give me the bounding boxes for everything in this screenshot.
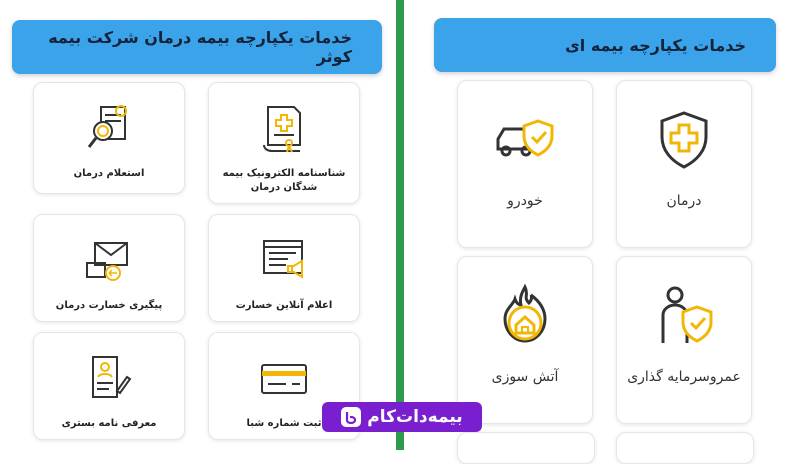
card-hospitalization-letter[interactable]: معرفی نامه بستری — [33, 332, 185, 440]
card-life-investment[interactable]: عمروسرمایه گذاری — [616, 256, 752, 424]
brand-logo: بیمه‌دات‌کام — [322, 402, 482, 432]
card-claim-followup[interactable]: پیگیری خسارت درمان — [33, 214, 185, 322]
medical-shield-icon — [660, 111, 708, 169]
card-partial — [457, 432, 595, 464]
card-label: اعلام آنلاین خسارت — [235, 300, 333, 311]
letter-pen-icon — [92, 356, 132, 398]
left-panel-header: خدمات یکپارچه بیمه درمان شرکت بیمه کوثر — [12, 20, 382, 74]
bank-card-icon — [261, 364, 307, 394]
right-panel-header: خدمات یکپارچه بیمه ای — [434, 18, 776, 72]
person-shield-icon — [661, 286, 713, 343]
card-label: ثبت شماره شبا — [246, 418, 322, 429]
right-panel: خدمات یکپارچه بیمه ای درمان خودرو عمروسر… — [404, 0, 800, 464]
card-label: معرفی نامه بستری — [61, 418, 157, 429]
search-document-icon — [87, 105, 127, 148]
card-label: استعلام درمان — [73, 168, 145, 179]
card-label: درمان — [666, 193, 702, 209]
house-fire-icon — [503, 283, 547, 343]
card-label: عمروسرمایه گذاری — [627, 369, 741, 385]
left-panel: خدمات یکپارچه بیمه درمان شرکت بیمه کوثر … — [0, 0, 396, 450]
card-car[interactable]: خودرو — [457, 80, 593, 248]
card-fire[interactable]: آتش سوزی — [457, 256, 593, 424]
panel-divider — [396, 0, 404, 450]
document-medical-icon — [263, 106, 301, 153]
card-online-claim[interactable]: اعلام آنلاین خسارت — [208, 214, 360, 322]
card-label: شناسنامه الکترونیک بیمه شدگان درمان — [222, 168, 346, 193]
card-medical[interactable]: درمان — [616, 80, 752, 248]
card-treatment-inquiry[interactable]: استعلام درمان — [33, 82, 185, 194]
card-electronic-id[interactable]: شناسنامه الکترونیک بیمه شدگان درمان — [208, 82, 360, 204]
right-panel-title: خدمات یکپارچه بیمه ای — [565, 35, 746, 55]
car-shield-icon — [496, 119, 554, 157]
card-label: آتش سوزی — [491, 369, 559, 385]
logo-badge-icon — [341, 407, 362, 427]
left-panel-title: خدمات یکپارچه بیمه درمان شرکت بیمه کوثر — [48, 28, 352, 66]
card-label: پیگیری خسارت درمان — [55, 300, 163, 311]
browser-megaphone-icon — [263, 240, 303, 279]
card-partial — [616, 432, 754, 464]
envelope-message-icon — [86, 242, 128, 281]
card-label: خودرو — [507, 193, 543, 209]
logo-text: بیمه‌دات‌کام — [367, 407, 463, 427]
